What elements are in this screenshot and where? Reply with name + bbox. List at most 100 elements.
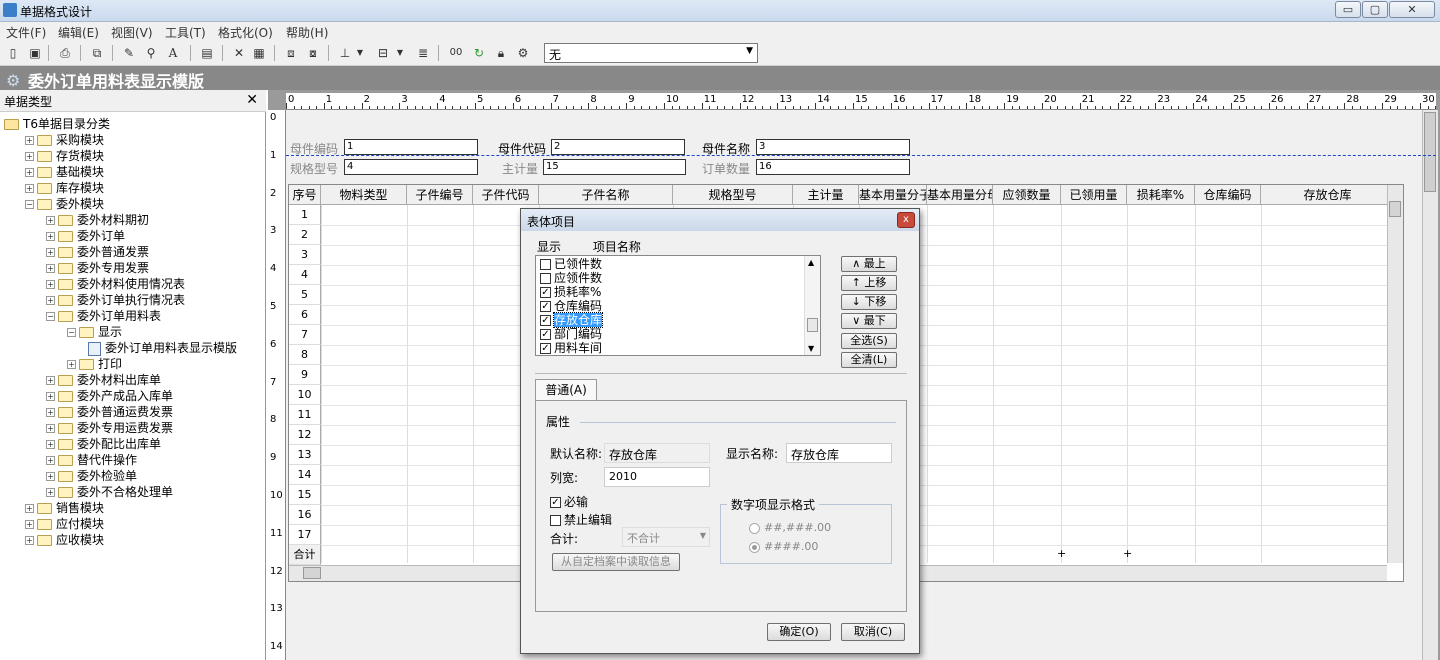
menu-format[interactable]: 格式化(O) xyxy=(218,24,273,41)
menu-view[interactable]: 视图(V) xyxy=(111,24,153,41)
move-up-button[interactable]: ↑ 上移 xyxy=(841,275,897,291)
expand-icon[interactable]: + xyxy=(46,424,55,433)
tree-node[interactable]: + 委外专用运费发票 xyxy=(46,420,173,436)
center-icon[interactable]: ≣ xyxy=(414,44,432,62)
tree-node[interactable]: T6单据目录分类 xyxy=(4,116,110,132)
move-down-button[interactable]: ↓ 下移 xyxy=(841,294,897,310)
maximize-button[interactable]: ▢ xyxy=(1362,1,1388,18)
tree-node[interactable]: − 委外模块 xyxy=(25,196,104,212)
header-field-box[interactable]: 1 xyxy=(344,139,478,155)
checkbox-icon[interactable]: ✓ xyxy=(540,287,551,298)
grid-scroll-thumb[interactable] xyxy=(1389,201,1401,217)
expand-icon[interactable]: + xyxy=(46,216,55,225)
checkbox-icon[interactable] xyxy=(540,259,551,270)
expand-icon[interactable]: + xyxy=(25,520,34,529)
refresh-icon[interactable]: ↻ xyxy=(470,44,488,62)
expand-icon[interactable]: + xyxy=(46,296,55,305)
expand-icon[interactable]: + xyxy=(46,392,55,401)
tree-node[interactable]: + 应付模块 xyxy=(25,516,104,532)
header-field-box[interactable]: 3 xyxy=(756,139,910,155)
grid-column-header[interactable]: 物料类型 xyxy=(321,185,407,205)
minimize-button[interactable]: ▭ xyxy=(1335,1,1361,18)
expand-icon[interactable]: + xyxy=(46,264,55,273)
expand-icon[interactable]: + xyxy=(46,280,55,289)
move-bottom-button[interactable]: ∨ 最下 xyxy=(841,313,897,329)
new-icon[interactable]: ▯ xyxy=(4,44,22,62)
align-dropdown-icon[interactable]: ▼ xyxy=(354,44,366,62)
tree-node[interactable]: + 委外专用发票 xyxy=(46,260,149,276)
body-item-row[interactable]: ✓ 存放仓库 xyxy=(540,312,604,328)
tree-node[interactable]: + 打印 xyxy=(67,356,122,372)
checkbox-icon[interactable]: ✓ xyxy=(540,301,551,312)
checkbox-icon[interactable]: ✓ xyxy=(540,315,551,326)
tree-node[interactable]: + 应收模块 xyxy=(25,532,104,548)
header-field-box[interactable]: 4 xyxy=(344,159,478,175)
expand-icon[interactable]: + xyxy=(46,408,55,417)
tree-node[interactable]: + 委外配比出库单 xyxy=(46,436,161,452)
cancel-button[interactable]: 取消(C) xyxy=(841,623,905,641)
tree-node[interactable]: − 委外订单用料表 xyxy=(46,308,161,324)
tree-node[interactable]: + 委外材料出库单 xyxy=(46,372,161,388)
tree-node[interactable]: + 委外材料使用情况表 xyxy=(46,276,185,292)
scroll-down-icon[interactable]: ▼ xyxy=(808,344,814,353)
lock-icon[interactable]: 🔒︎ xyxy=(492,44,510,62)
tree-node[interactable]: + 存货模块 xyxy=(25,148,104,164)
collapse-icon[interactable]: − xyxy=(25,200,34,209)
tree-node[interactable]: + 基础模块 xyxy=(25,164,104,180)
grid-hscroll-thumb[interactable] xyxy=(303,567,321,579)
settings-icon[interactable]: ⚙ xyxy=(514,44,532,62)
grid-props-icon[interactable]: ▦ xyxy=(250,44,268,62)
expand-icon[interactable]: + xyxy=(46,456,55,465)
header-field-box[interactable]: 15 xyxy=(543,159,686,175)
grid-column-header[interactable]: 基本用量分子 xyxy=(859,185,927,205)
collapse-icon[interactable]: − xyxy=(67,328,76,337)
canvas-vertical-scrollbar[interactable] xyxy=(1422,110,1438,660)
grid-vertical-scrollbar[interactable] xyxy=(1387,185,1403,563)
grid-column-header[interactable]: 仓库编码 xyxy=(1195,185,1261,205)
expand-icon[interactable]: + xyxy=(25,184,34,193)
grid-column-header[interactable]: 基本用量分母 xyxy=(927,185,993,205)
display-name-field[interactable]: 存放仓库 xyxy=(786,443,892,463)
body-item-row[interactable]: ✓ 仓库编码 xyxy=(540,299,602,313)
expand-icon[interactable]: + xyxy=(25,168,34,177)
menu-help[interactable]: 帮助(H) xyxy=(286,24,328,41)
required-checkbox[interactable]: ✓ 必输 xyxy=(550,493,588,510)
clear-all-button[interactable]: 全清(L) xyxy=(841,352,897,368)
body-item-row[interactable]: ✓ 损耗率% xyxy=(540,285,601,299)
body-item-row[interactable]: ✓ 用料车间 xyxy=(540,341,602,355)
send-back-icon[interactable]: ⧇ xyxy=(304,44,322,62)
grid-column-header[interactable]: 已领用量 xyxy=(1061,185,1127,205)
no-edit-checkbox[interactable]: 禁止编辑 xyxy=(550,511,612,528)
grid-column-header[interactable]: 应领数量 xyxy=(993,185,1061,205)
expand-icon[interactable]: + xyxy=(25,152,34,161)
tree-node[interactable]: + 委外普通运费发票 xyxy=(46,404,173,420)
grid-column-header[interactable]: 子件编号 xyxy=(407,185,473,205)
format-combo[interactable]: 无 ▼ xyxy=(544,43,758,63)
expand-icon[interactable]: + xyxy=(46,232,55,241)
tree-node[interactable]: + 采购模块 xyxy=(25,132,104,148)
properties-icon[interactable]: ▤ xyxy=(198,44,216,62)
expand-icon[interactable]: + xyxy=(46,248,55,257)
dialog-close-button[interactable]: x xyxy=(897,212,915,228)
font-icon[interactable]: A xyxy=(164,44,182,62)
select-all-button[interactable]: 全选(S) xyxy=(841,333,897,349)
move-top-button[interactable]: ∧ 最上 xyxy=(841,256,897,272)
menu-edit[interactable]: 编辑(E) xyxy=(58,24,99,41)
expand-icon[interactable]: + xyxy=(25,504,34,513)
expand-icon[interactable]: + xyxy=(46,376,55,385)
expand-icon[interactable]: + xyxy=(46,472,55,481)
header-field-box[interactable]: 2 xyxy=(551,139,685,155)
list-scroll-thumb[interactable] xyxy=(807,318,818,332)
tree-node[interactable]: + 替代件操作 xyxy=(46,452,137,468)
tree-node[interactable]: + 委外订单 xyxy=(46,228,125,244)
print-icon[interactable]: ⎙ xyxy=(56,44,74,62)
grid-column-header[interactable]: 子件代码 xyxy=(473,185,539,205)
grid-column-header[interactable]: 损耗率% xyxy=(1127,185,1195,205)
expand-icon[interactable]: + xyxy=(46,440,55,449)
find-icon[interactable]: ⚲ xyxy=(142,44,160,62)
body-item-row[interactable]: ✓ 部门编码 xyxy=(540,327,602,341)
save-icon[interactable]: ▣ xyxy=(26,44,44,62)
tree-node[interactable]: − 显示 xyxy=(67,324,122,340)
grid-column-header[interactable]: 子件名称 xyxy=(539,185,673,205)
tree-node[interactable]: + 委外不合格处理单 xyxy=(46,484,173,500)
